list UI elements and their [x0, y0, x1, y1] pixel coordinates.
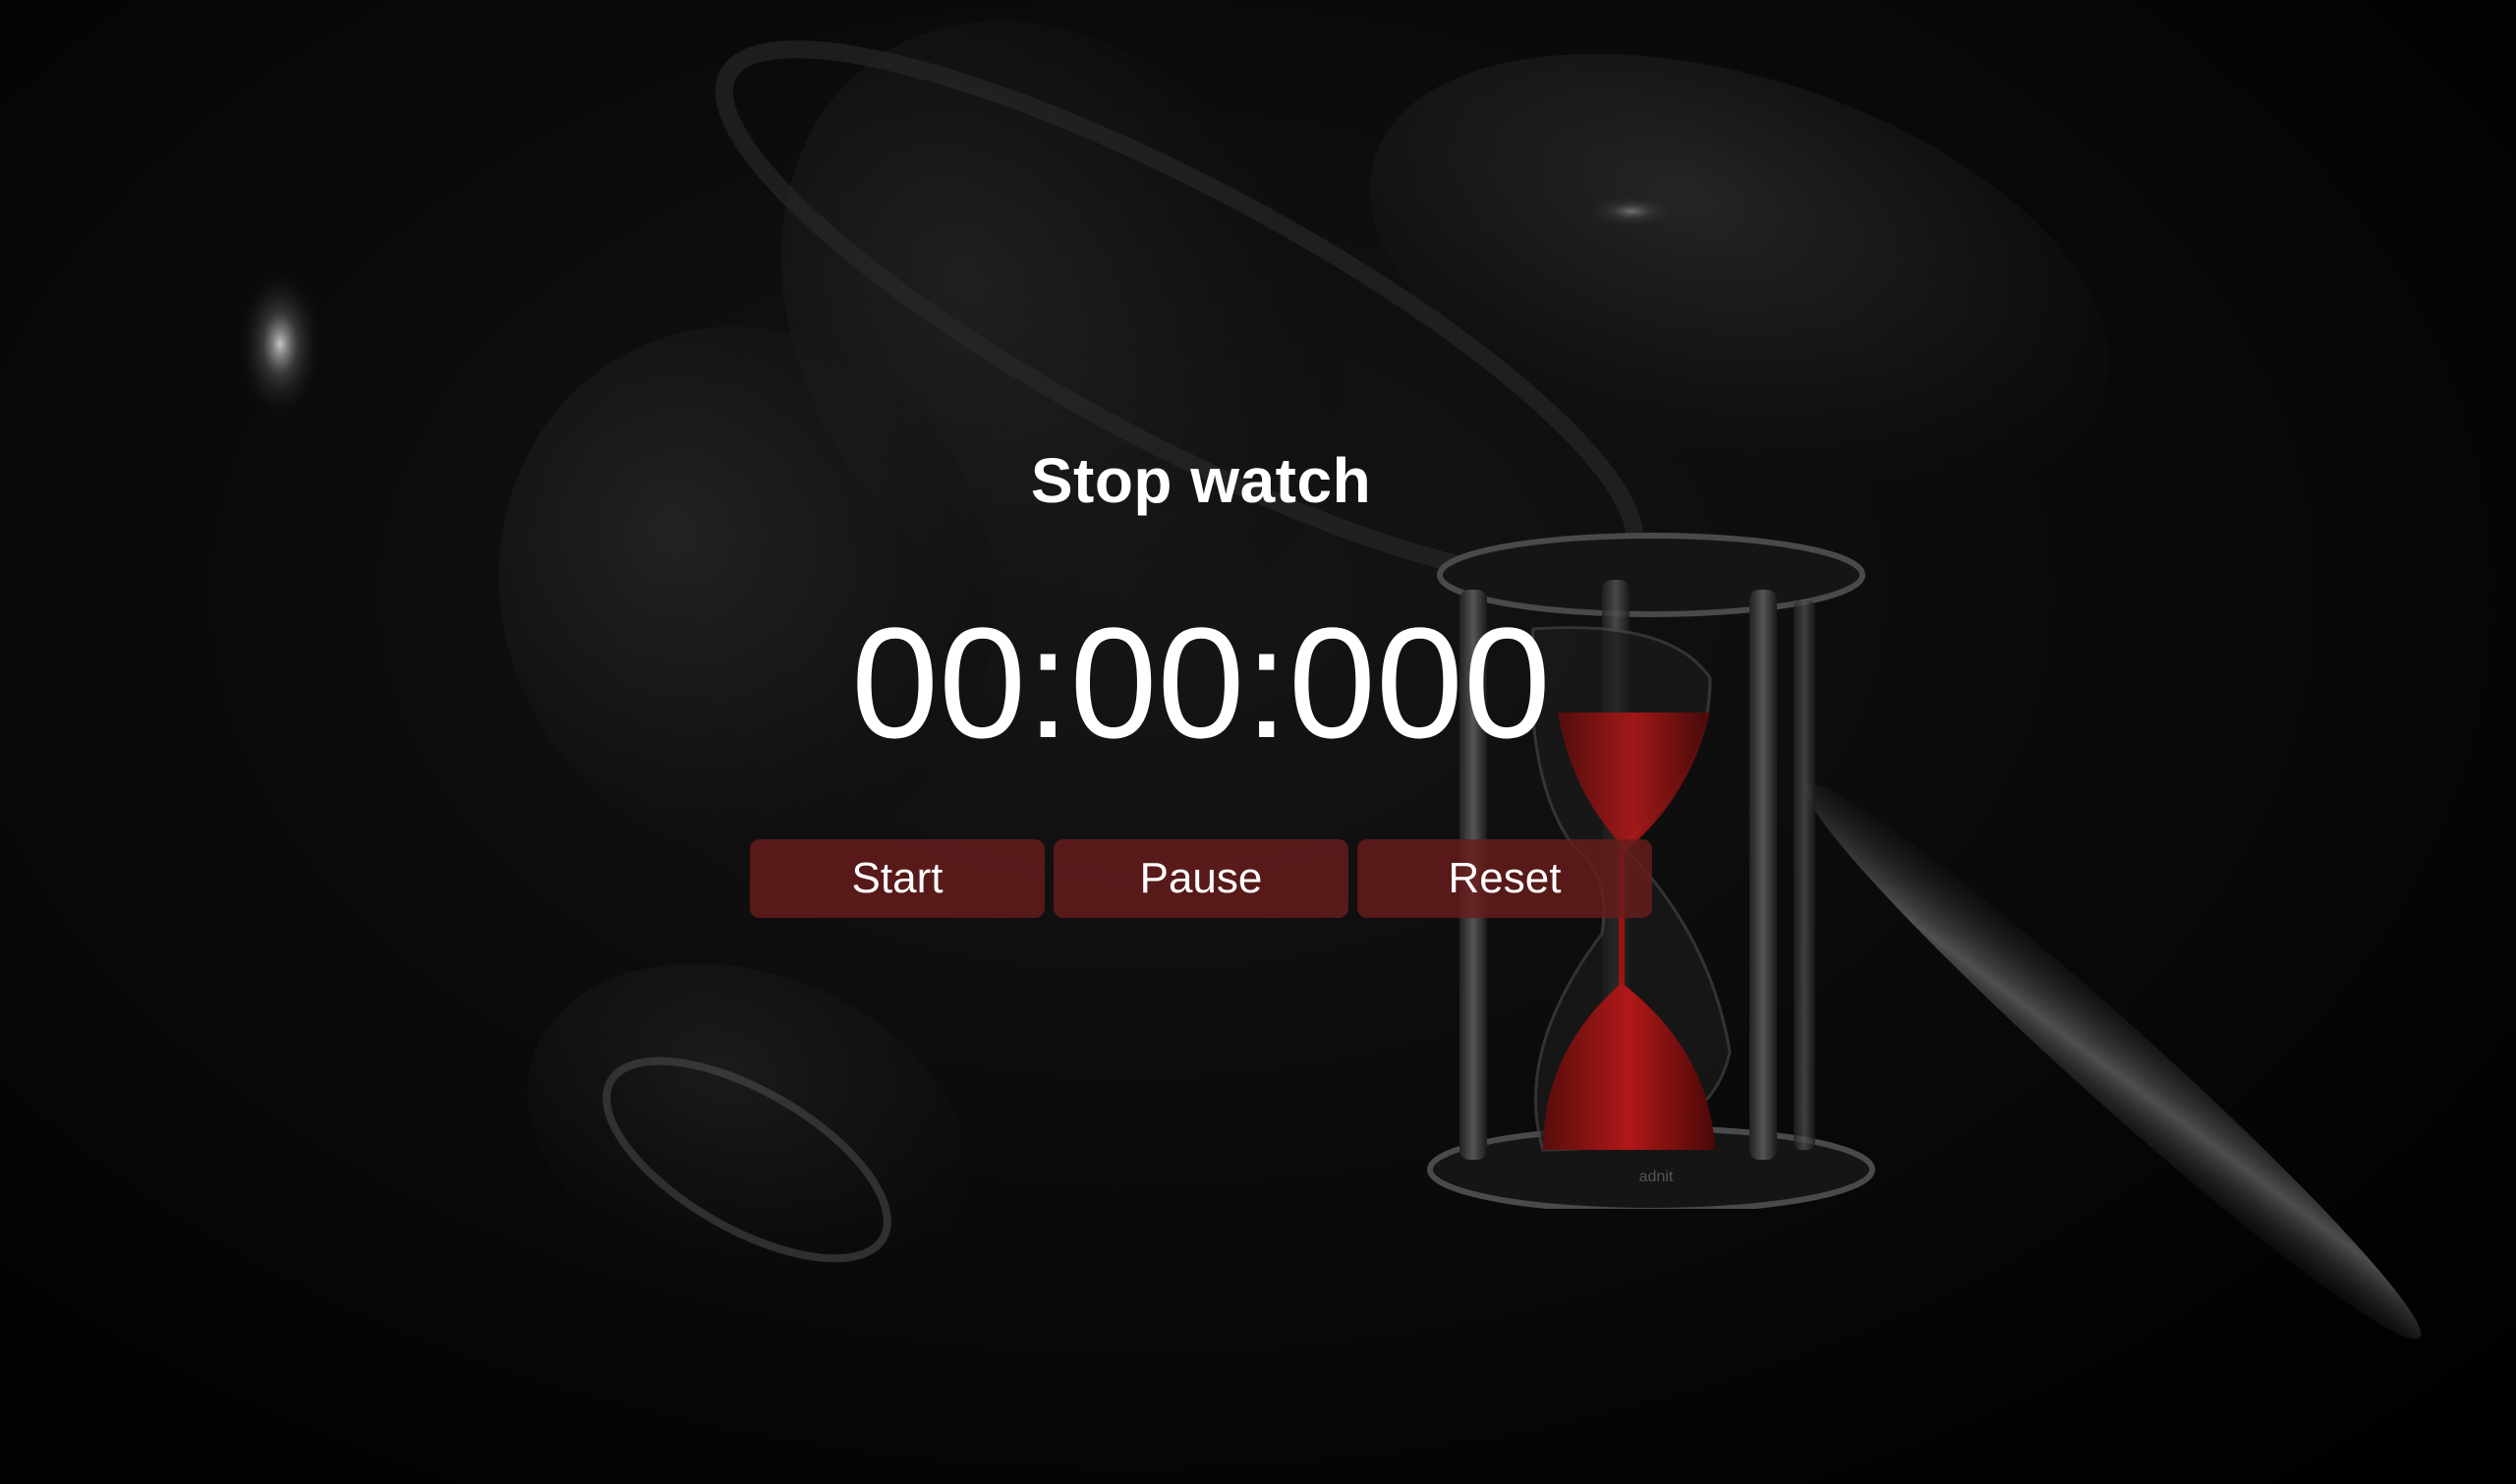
- bg-glow: [1582, 194, 1681, 229]
- controls: Start Pause Reset: [750, 839, 1652, 918]
- page-title: Stop watch: [1030, 445, 1372, 516]
- bg-sphere: [528, 963, 966, 1297]
- reset-button[interactable]: Reset: [1357, 839, 1652, 918]
- time-display: 00:00:000: [851, 595, 1551, 771]
- bg-glow: [236, 265, 324, 423]
- pause-button[interactable]: Pause: [1054, 839, 1348, 918]
- stopwatch-page: adnit Stop watch 00:00:000 Start Pause R…: [0, 0, 2516, 1484]
- hourglass-engraving: adnit: [1639, 1169, 1674, 1185]
- start-button[interactable]: Start: [750, 839, 1045, 918]
